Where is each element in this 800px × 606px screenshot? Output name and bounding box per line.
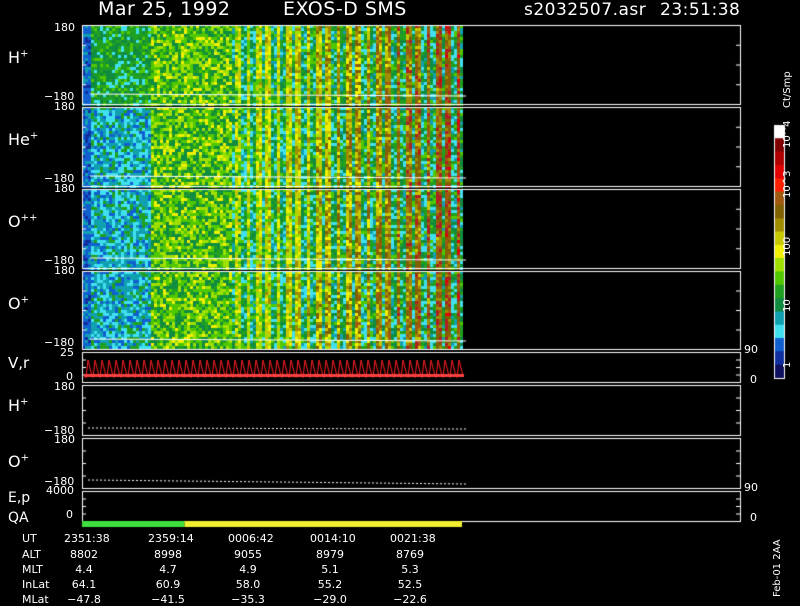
colorbar-tick-100: 100 [782, 236, 793, 256]
plot-date: Mar 25, 1992 [98, 0, 231, 20]
ephemeris-cell: 60.9 [155, 578, 181, 591]
spectrogram-canvas [0, 0, 800, 600]
ytick-he-max: 180 [54, 100, 75, 113]
ephemeris-cell: 4.9 [239, 563, 257, 576]
ephemeris-cell: 5.3 [401, 563, 419, 576]
ytick-ep-max: 4000 [46, 484, 74, 497]
header-time: 23:51:38 [660, 0, 741, 20]
eph-label-mlt: MLT [22, 563, 43, 576]
panel-label-h-plus-2: H+ [8, 396, 29, 415]
rtick-vr-min: 0 [750, 373, 757, 386]
eph-label-alt: ALT [22, 548, 41, 561]
eph-label-ut: UT [22, 532, 37, 545]
ephemeris-cell: 8802 [70, 548, 98, 561]
ytick-ep-min: 0 [66, 508, 73, 521]
footer-stamp: Feb-01 2AA [772, 539, 783, 597]
eph-label-inlat: InLat [22, 578, 50, 591]
ephemeris-cell: 5.1 [321, 563, 339, 576]
ephemeris-cell: 58.0 [235, 578, 261, 591]
ephemeris-cell: 4.7 [159, 563, 177, 576]
colorbar-unit-label: Ct/Smp [782, 71, 793, 108]
ytick-h-max: 180 [54, 21, 75, 34]
ephemeris-cell: 0006:42 [228, 532, 274, 545]
ephemeris-cell: 8998 [154, 548, 182, 561]
ytick-h2-max: 180 [54, 380, 75, 393]
ephemeris-cell: 4.4 [75, 563, 93, 576]
file-name: s2032507.asr [524, 0, 647, 20]
ephemeris-cell: 2359:14 [148, 532, 194, 545]
ephemeris-cell: 8769 [396, 548, 424, 561]
panel-label-o-plus-plus: O++ [8, 212, 38, 231]
ephemeris-cell: 8979 [316, 548, 344, 561]
instrument-title: EXOS-D SMS [283, 0, 407, 20]
ephemeris-cell: 55.2 [317, 578, 343, 591]
ytick-op-max: 180 [54, 264, 75, 277]
rtick-ep-min: 0 [750, 511, 757, 524]
ephemeris-cell: 52.5 [397, 578, 423, 591]
colorbar-tick-1000: 10^3 [782, 170, 793, 198]
panel-label-o-plus: O+ [8, 294, 29, 313]
qa-label: QA [8, 510, 29, 526]
panel-label-ep: E,p [8, 490, 31, 506]
panel-label-vr: V,r [8, 354, 30, 372]
colorbar-tick-10000: 10^4 [782, 120, 793, 148]
ephemeris-cell: 0021:38 [390, 532, 436, 545]
ephemeris-cell: 2351:38 [64, 532, 110, 545]
colorbar-tick-10: 10 [782, 299, 793, 312]
colorbar-tick-1: 1 [782, 361, 793, 368]
panel-label-o-plus-2: O+ [8, 452, 29, 471]
ephemeris-cell: 64.1 [71, 578, 97, 591]
ytick-vr-max: 25 [60, 346, 74, 359]
panel-label-he-plus: He+ [8, 130, 39, 149]
panel-label-h-plus: H+ [8, 48, 29, 67]
ytick-o2-max: 180 [54, 433, 75, 446]
ephemeris-cell: 0014:10 [310, 532, 356, 545]
rtick-ep-max: 90 [744, 481, 758, 494]
ytick-opp-max: 180 [54, 182, 75, 195]
ephemeris-cell: 9055 [234, 548, 262, 561]
rtick-vr-max: 90 [744, 343, 758, 356]
